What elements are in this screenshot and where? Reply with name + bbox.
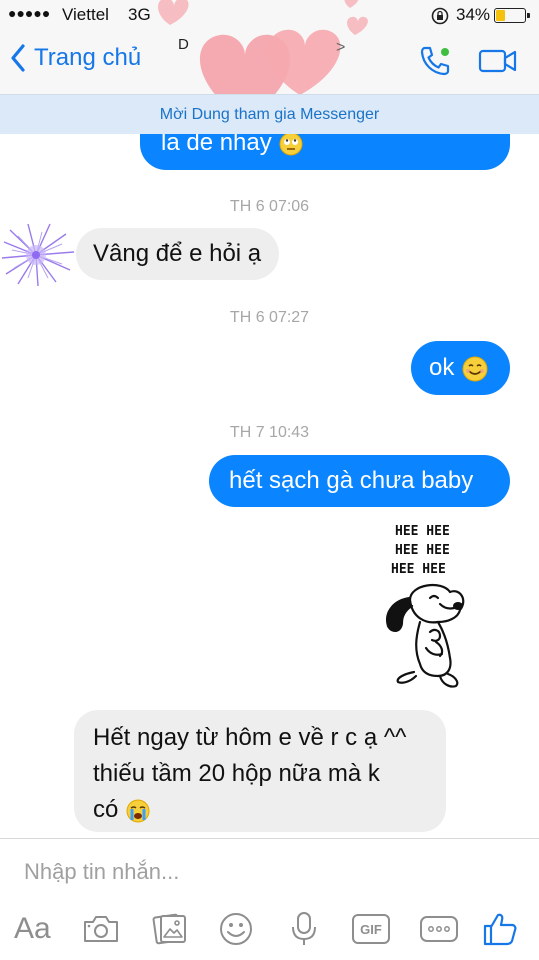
timestamp: TH 6 07:27 (229, 309, 310, 326)
battery-icon (494, 8, 530, 23)
timestamp: TH 6 07:06 (229, 198, 310, 215)
back-label: Trang chủ (34, 44, 142, 71)
thumbs-up-icon (483, 913, 517, 946)
incoming-message[interactable]: Vâng để e hỏi ạ (76, 228, 280, 280)
gif-label: GIF (360, 921, 382, 937)
invite-banner[interactable]: Mời Dung tham gia Messenger (0, 94, 539, 134)
message-text: thiếu tầm 20 hộp nữa mà k (93, 760, 380, 787)
svg-text:>: > (336, 39, 345, 56)
voice-call-button[interactable] (418, 44, 452, 83)
outgoing-message[interactable]: hết sạch gà chưa baby (209, 455, 510, 507)
smiling-emoji-icon (462, 356, 488, 382)
carrier-name: Viettel (62, 5, 109, 24)
timestamp: TH 7 10:43 (229, 424, 310, 441)
chevron-left-icon (11, 44, 25, 72)
battery-level (496, 10, 505, 21)
message-text: Vâng để e hỏi ạ (93, 240, 262, 267)
more-options-button[interactable] (419, 909, 459, 949)
contact-name[interactable]: D (178, 36, 189, 53)
battery-percent: 34% (456, 5, 491, 24)
snoopy-drawing (386, 583, 465, 688)
camera-button[interactable] (82, 909, 120, 949)
photo-gallery-icon (152, 913, 186, 945)
sticker-caption: HEE HEE (395, 543, 450, 558)
more-dots-icon (420, 916, 458, 942)
microphone-icon (292, 912, 316, 945)
back-button[interactable]: Trang chủ (10, 44, 141, 72)
sticker-button[interactable] (218, 909, 254, 949)
video-call-button[interactable] (478, 48, 518, 79)
composer-toolbar: Aa GIF (0, 909, 539, 953)
text-format-button[interactable]: Aa (14, 909, 51, 949)
gif-button[interactable]: GIF (352, 909, 390, 949)
voice-message-button[interactable] (290, 909, 318, 949)
message-text: có (93, 796, 119, 823)
signal-strength: ●●●●● (8, 5, 51, 21)
sticker-caption: HEE HEE (395, 524, 450, 539)
message-text: hết sạch gà chưa baby (229, 467, 474, 494)
message-composer: Nhập tin nhắn... Aa GIF (0, 838, 539, 960)
status-bar: ●●●●● Viettel 3G 34% (0, 0, 539, 30)
video-camera-icon (478, 49, 517, 73)
crying-emoji-icon (126, 799, 150, 823)
like-button[interactable] (482, 909, 518, 949)
gif-icon: GIF (352, 914, 390, 944)
outgoing-message[interactable]: ok (411, 341, 510, 395)
message-text: ok (429, 354, 455, 381)
conversation-header: Trang chủ D > (0, 0, 539, 120)
photos-button[interactable] (152, 909, 188, 949)
snoopy-sticker[interactable]: HEE HEE HEE HEE HEE HEE (380, 522, 480, 694)
incoming-message[interactable]: Hết ngay từ hôm e về r c ạ ^^ thiếu tầm … (74, 710, 446, 832)
rolling-eyes-emoji-icon (279, 134, 303, 156)
message-text: Hết ngay từ hôm e về r c ạ ^^ (93, 724, 407, 751)
rotation-lock-icon (430, 7, 450, 30)
camera-icon (84, 916, 118, 942)
contact-avatar[interactable] (0, 222, 78, 288)
phone-icon (420, 46, 450, 76)
sticker-caption: HEE HEE (391, 562, 446, 577)
smiley-icon (220, 913, 252, 945)
network-type: 3G (128, 5, 151, 24)
message-input[interactable]: Nhập tin nhắn... (24, 859, 179, 885)
